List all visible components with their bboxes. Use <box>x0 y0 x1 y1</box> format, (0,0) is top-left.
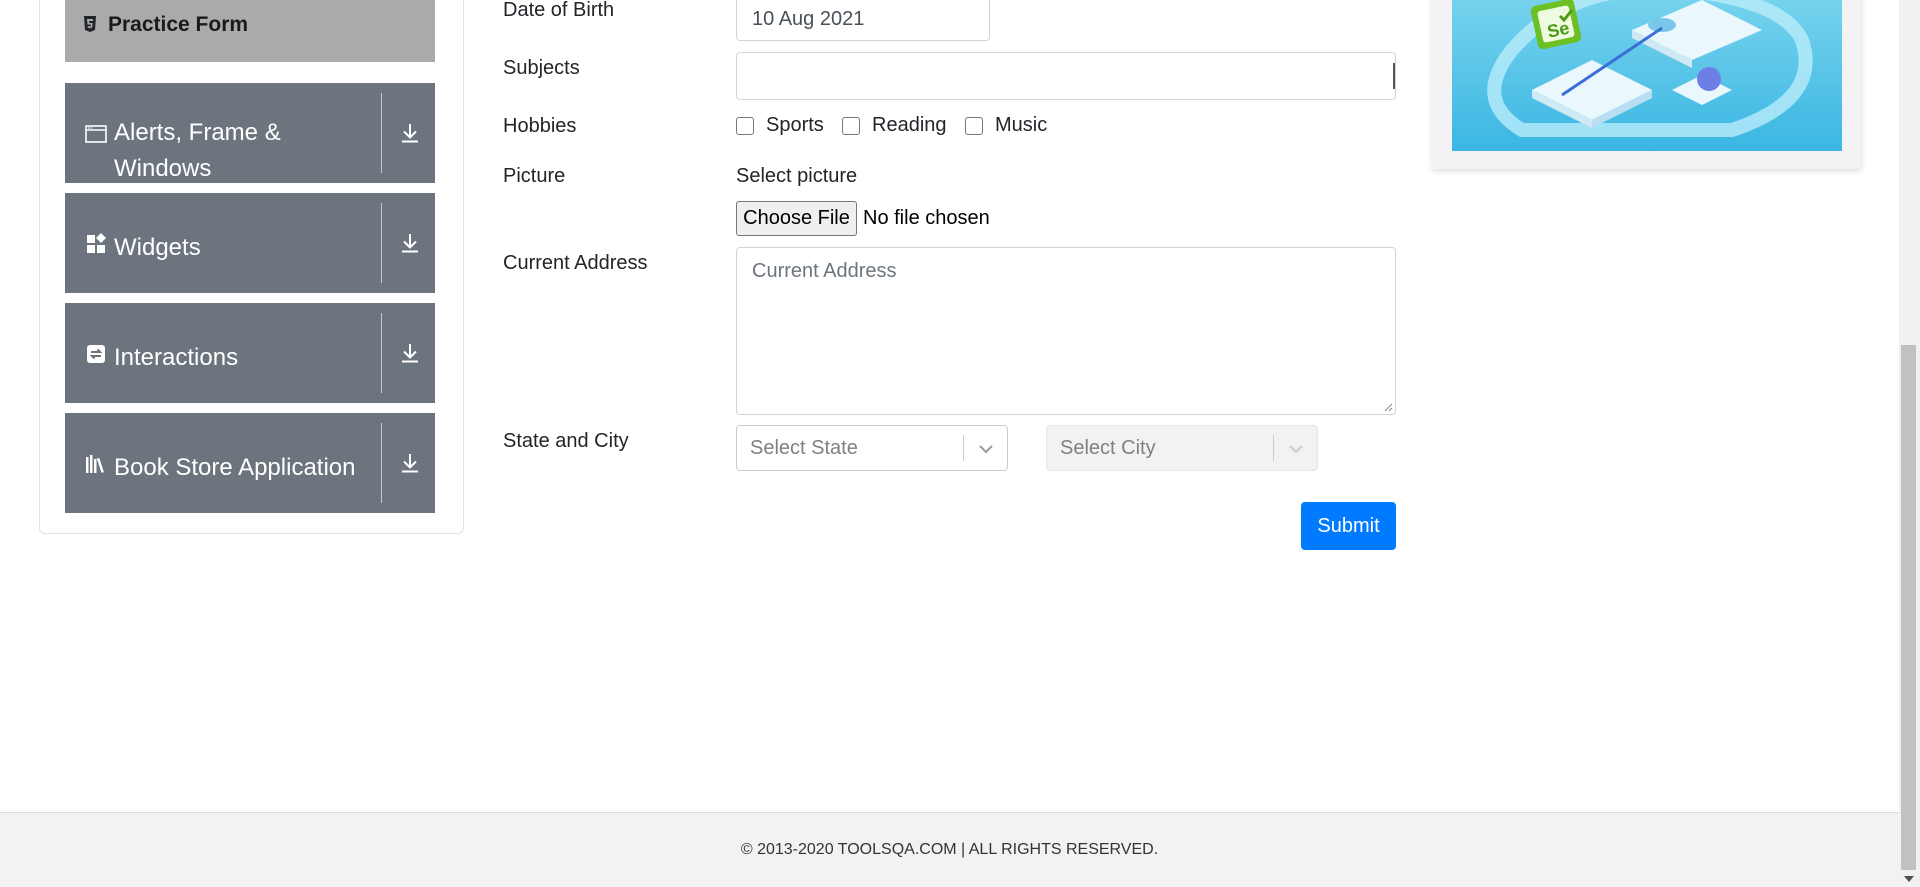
hobby-label[interactable]: Sports <box>766 114 824 137</box>
divider <box>963 435 964 461</box>
sidebar-item-practice-form[interactable]: Practice Form <box>65 0 435 62</box>
scrollbar-thumb[interactable] <box>1901 345 1916 870</box>
hobbies-label: Hobbies <box>503 115 577 137</box>
file-status: No file chosen <box>863 207 990 229</box>
divider <box>1273 435 1274 461</box>
choose-file-button[interactable]: Choose File <box>736 201 857 236</box>
subjects-input[interactable] <box>736 52 1396 100</box>
ad-banner[interactable]: Se <box>1433 0 1861 169</box>
dob-input[interactable]: 10 Aug 2021 <box>736 0 990 41</box>
divider <box>381 313 382 393</box>
download-icon[interactable] <box>398 121 422 145</box>
chevron-down-icon[interactable] <box>975 438 997 460</box>
sidebar-group-label: Interactions <box>114 344 239 371</box>
sidebar-group-label: Book Store Application <box>114 454 356 481</box>
state-city-label: State and City <box>503 430 629 452</box>
footer: © 2013-2020 TOOLSQA.COM | ALL RIGHTS RES… <box>0 812 1899 887</box>
text-cursor <box>1393 63 1395 89</box>
html5-icon <box>84 16 96 32</box>
hobby-label[interactable]: Music <box>995 114 1047 137</box>
sidebar-group-alerts-frame-windows[interactable]: Alerts, Frame & Windows <box>65 83 435 183</box>
interactions-icon <box>87 345 105 363</box>
sidebar-group-label: Widgets <box>114 234 201 261</box>
current-address-label: Current Address <box>503 252 648 274</box>
chevron-down-icon[interactable] <box>1285 438 1307 460</box>
download-icon[interactable] <box>398 341 422 365</box>
resize-handle-icon[interactable] <box>1383 402 1393 412</box>
state-select[interactable]: Select State <box>736 425 1008 471</box>
submit-button[interactable]: Submit <box>1301 502 1396 550</box>
dob-label: Date of Birth <box>503 0 615 21</box>
divider <box>381 423 382 503</box>
download-icon[interactable] <box>398 231 422 255</box>
sidebar-item-label: Practice Form <box>108 13 249 36</box>
city-select[interactable]: Select City <box>1046 425 1318 471</box>
current-address-placeholder: Current Address <box>752 260 897 282</box>
sidebar-group-label: Alerts, Frame & Windows <box>114 119 281 182</box>
footer-copyright: © 2013-2020 TOOLSQA.COM | ALL RIGHTS RES… <box>740 841 1159 858</box>
sidebar-group-book-store[interactable]: Book Store Application <box>65 413 435 513</box>
browser-window-icon <box>85 125 107 143</box>
download-icon[interactable] <box>398 451 422 475</box>
scroll-down-arrow-icon[interactable] <box>1903 875 1915 883</box>
divider <box>381 203 382 283</box>
hobby-label[interactable]: Reading <box>872 114 947 137</box>
subjects-label: Subjects <box>503 57 580 79</box>
vertical-scrollbar[interactable] <box>1899 0 1920 887</box>
sidebar-group-interactions[interactable]: Interactions <box>65 303 435 403</box>
checkbox[interactable] <box>842 117 860 135</box>
selenium-banner-image[interactable]: Se <box>1452 0 1842 151</box>
select-picture-label: Select picture <box>736 165 858 187</box>
widgets-icon <box>87 233 106 253</box>
divider <box>381 93 382 173</box>
checkbox[interactable] <box>736 117 754 135</box>
state-placeholder: Select State <box>750 437 858 459</box>
current-address-textarea[interactable]: Current Address <box>736 247 1396 415</box>
picture-label: Picture <box>503 165 566 187</box>
dob-value: 10 Aug 2021 <box>752 8 865 30</box>
checkbox[interactable] <box>965 117 983 135</box>
sidebar-group-widgets[interactable]: Widgets <box>65 193 435 293</box>
city-placeholder: Select City <box>1060 437 1156 459</box>
books-icon <box>86 455 104 473</box>
